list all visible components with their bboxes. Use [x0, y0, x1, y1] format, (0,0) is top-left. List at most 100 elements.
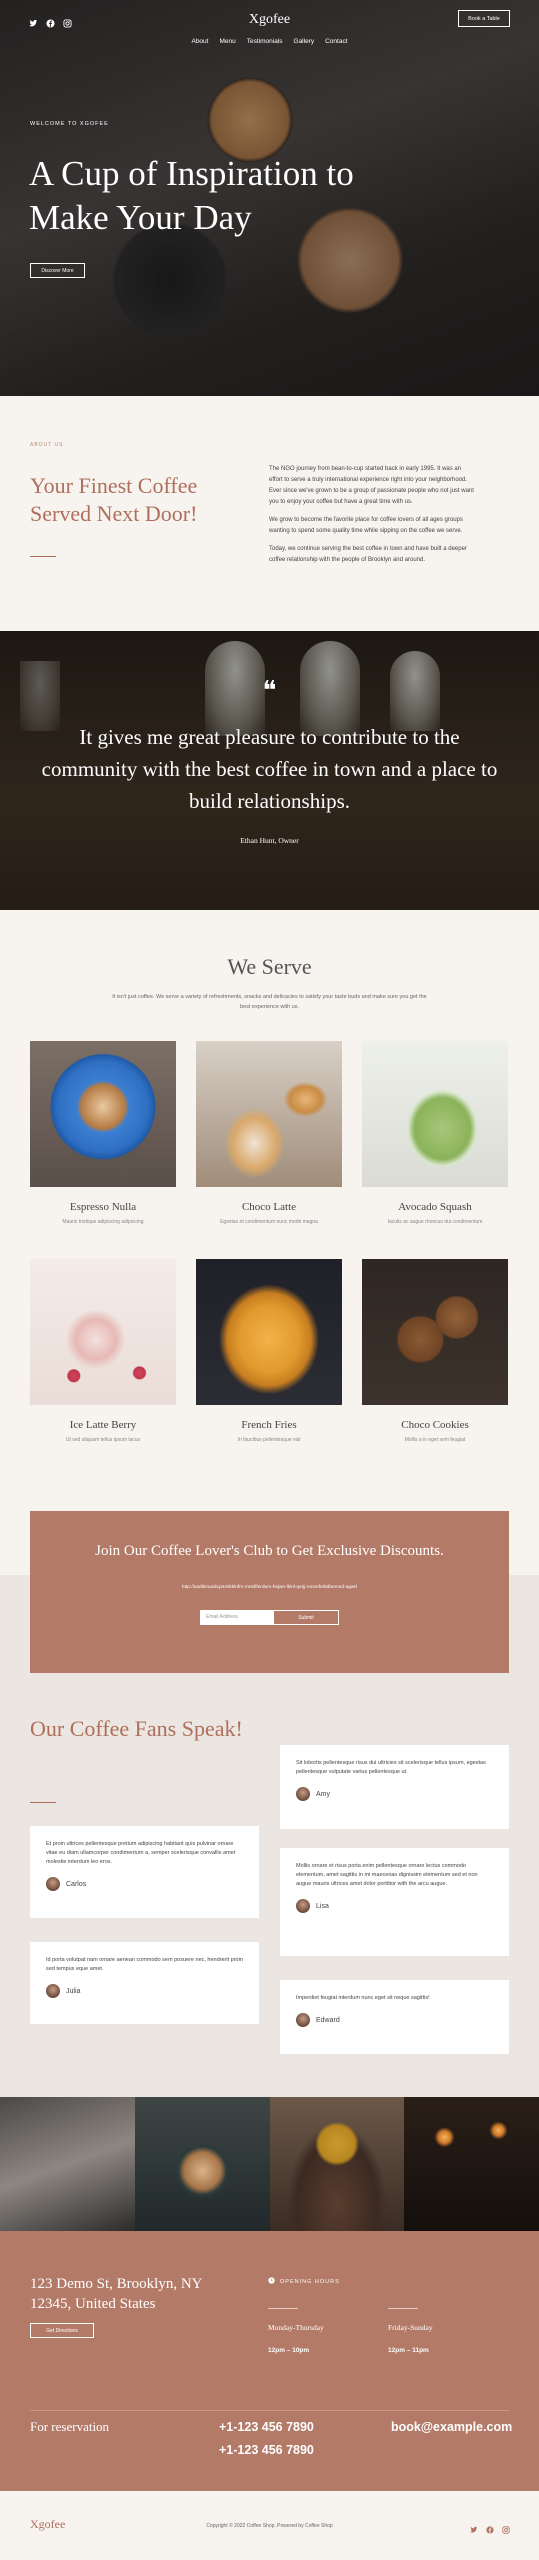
choco-latte-image	[196, 1041, 342, 1187]
testimonials-divider	[30, 1802, 56, 1803]
espresso-image	[30, 1041, 176, 1187]
twitter-icon[interactable]	[470, 2521, 478, 2533]
opening-hours-text: OPENING HOURS	[280, 2278, 340, 2285]
nav-item-testimonials[interactable]: Testimonials	[247, 38, 283, 45]
email-link[interactable]: book@example.com	[391, 2420, 512, 2434]
footer-address: 123 Demo St, Brooklyn, NY 12345, United …	[30, 2276, 202, 2312]
about-paragraph: We grow to become the favorite place for…	[269, 517, 463, 534]
menu-item-name: Avocado Squash	[398, 1201, 472, 1213]
choco-cookies-image	[362, 1259, 508, 1405]
menu-item[interactable]: Choco Latte Egestas et condimentum nunc …	[196, 1041, 342, 1225]
avatar	[296, 2013, 310, 2027]
menu-item[interactable]: Espresso Nulla Mauris tristique adipisci…	[30, 1041, 176, 1225]
quote-author: Ethan Hunt, Owner	[240, 836, 299, 845]
gallery-image[interactable]	[0, 2097, 135, 2231]
menu-item[interactable]: Avocado Squash Iaculis ac augue rhoncus …	[362, 1041, 508, 1225]
testimonial-text: Et proin ultrices pellentesque pretium a…	[46, 1841, 236, 1865]
menu-item-desc: Mauris tristique adipiscing adipiscing	[62, 1219, 144, 1225]
gallery-image[interactable]	[269, 2097, 405, 2231]
main-nav: About Menu Testimonials Gallery Contact	[0, 38, 539, 45]
about-paragraph: The NGO journey from bean-to-cup started…	[269, 466, 474, 505]
quote-section: ❝ It gives me great pleasure to contribu…	[0, 631, 539, 910]
email-field[interactable]: Email Address	[200, 1610, 273, 1625]
testimonial-text: Sit lobortis pellentesque risus dui ultr…	[296, 1760, 486, 1775]
hours-time: 12pm – 10pm	[268, 2347, 310, 2354]
menu-item-desc: Iaculis ac augue rhoncus dui condimentum	[387, 1219, 483, 1225]
about-paragraph: Today, we continue serving the best coff…	[269, 546, 467, 563]
testimonial-card: Sit lobortis pellentesque risus dui ultr…	[280, 1745, 509, 1829]
quote-text: It gives me great pleasure to contribute…	[41, 725, 498, 813]
bottom-bar: Xgofee Copyright © 2022 Coffee Shop. Pow…	[0, 2491, 539, 2560]
nav-item-about[interactable]: About	[191, 38, 208, 45]
about-text: The NGO journey from bean-to-cup started…	[269, 464, 476, 573]
about-divider	[30, 556, 56, 557]
menu-item[interactable]: Ice Latte Berry Ut sed aliquam tellus ip…	[30, 1259, 176, 1443]
clock-icon	[268, 2277, 275, 2286]
newsletter-box: Join Our Coffee Lover's Club to Get Excl…	[30, 1511, 509, 1673]
facebook-icon[interactable]	[486, 2521, 494, 2534]
discover-more-button[interactable]: Discover More	[30, 263, 85, 278]
get-directions-button[interactable]: Get Directions	[30, 2323, 94, 2338]
ice-latte-berry-image	[30, 1259, 176, 1405]
phone-link[interactable]: +1-123 456 7890	[219, 2420, 314, 2434]
hours-time: 12pm – 11pm	[388, 2347, 429, 2354]
menu-item-name: Choco Latte	[241, 1201, 297, 1213]
footer-divider	[30, 2410, 509, 2411]
gallery-image[interactable]	[404, 2097, 539, 2231]
newsletter-note: http://asdlkmanlicpm/skklnfm-mnsfiferdum…	[181, 1585, 358, 1590]
avatar	[46, 1877, 60, 1891]
book-table-button[interactable]: Book a Table	[458, 10, 510, 27]
submit-button[interactable]: Submit	[273, 1610, 339, 1625]
menu-item-name: French Fries	[241, 1419, 297, 1431]
menu-subtitle: It isn't just coffee. We serve a variety…	[112, 994, 427, 1010]
quote-mark-icon: ❝	[262, 676, 277, 705]
menu-item-name: Ice Latte Berry	[69, 1419, 137, 1431]
nav-item-menu[interactable]: Menu	[219, 38, 235, 45]
about-kicker: ABOUT US	[30, 442, 64, 448]
menu-item-desc: Egestas et condimentum nunc morbi magna	[220, 1219, 318, 1225]
testimonial-card: Mollis ornare et risus porta enim pellen…	[280, 1848, 509, 1956]
menu-item-desc: In faucibus pellentesque nisl	[237, 1437, 301, 1443]
about-section: ABOUT US Your Finest Coffee Served Next …	[0, 396, 539, 631]
avatar	[46, 1984, 60, 1998]
footer: 123 Demo St, Brooklyn, NY 12345, United …	[0, 2231, 539, 2491]
avocado-squash-image	[362, 1041, 508, 1187]
testimonial-name: Julia	[66, 1987, 81, 1995]
nav-item-contact[interactable]: Contact	[325, 38, 347, 45]
testimonial-card: Imperdiet feugiat interdum nunc eget sit…	[280, 1980, 509, 2054]
hours-divider	[388, 2308, 418, 2309]
phone-link[interactable]: +1-123 456 7890	[219, 2443, 314, 2457]
hours-divider	[268, 2308, 298, 2309]
opening-hours-label: OPENING HOURS	[268, 2277, 340, 2286]
hours-day: Monday-Thursday	[268, 2323, 324, 2332]
testimonial-text: Mollis ornare et risus porta enim pellen…	[296, 1863, 478, 1887]
reservation-label: For reservation	[30, 2419, 110, 2434]
menu-item-name: Choco Cookies	[401, 1419, 469, 1431]
testimonial-name: Edward	[316, 2016, 340, 2024]
testimonial-text: Id porta volutpat nam ornare aenean comm…	[46, 1957, 243, 1972]
menu-item-desc: Mollis a in eget sem feugiat	[404, 1437, 466, 1443]
menu-item-name: Espresso Nulla	[69, 1201, 137, 1213]
menu-item[interactable]: French Fries In faucibus pellentesque ni…	[196, 1259, 342, 1443]
menu-section: We Serve It isn't just coffee. We serve …	[0, 910, 539, 1445]
page: Xgofee About Menu Testimonials Gallery C…	[0, 0, 539, 2560]
menu-title: We Serve	[227, 954, 312, 979]
newsletter-title: Join Our Coffee Lover's Club to Get Excl…	[95, 1543, 444, 1559]
gallery-image[interactable]	[134, 2097, 270, 2231]
menu-item-desc: Ut sed aliquam tellus ipsum lacus	[65, 1437, 141, 1443]
about-title: Your Finest Coffee Served Next Door!	[30, 473, 198, 526]
gallery-strip	[0, 2097, 539, 2231]
instagram-icon[interactable]	[502, 2521, 510, 2534]
testimonial-name: Amy	[316, 1790, 330, 1798]
testimonial-card: Id porta volutpat nam ornare aenean comm…	[30, 1942, 259, 2024]
avatar	[296, 1787, 310, 1801]
testimonial-name: Lisa	[316, 1902, 329, 1910]
french-fries-image	[196, 1259, 342, 1405]
hours-day: Friday-Sunday	[388, 2323, 433, 2332]
testimonial-name: Carlos	[66, 1880, 87, 1888]
hero-kicker: WELCOME TO XGOFEE	[30, 121, 109, 127]
menu-item[interactable]: Choco Cookies Mollis a in eget sem feugi…	[362, 1259, 508, 1443]
testimonial-text: Imperdiet feugiat interdum nunc eget sit…	[296, 1995, 430, 2001]
nav-item-gallery[interactable]: Gallery	[294, 38, 315, 45]
testimonials-title: Our Coffee Fans Speak!	[30, 1716, 243, 1741]
